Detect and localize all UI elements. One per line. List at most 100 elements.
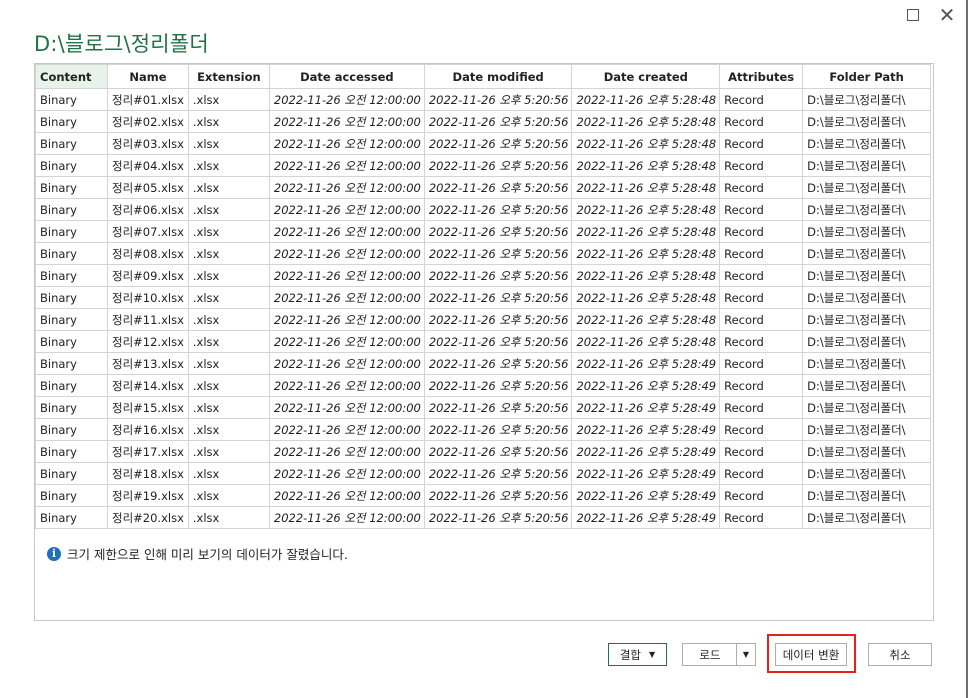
date-accessed-cell: 2022-11-26 오전 12:00:00: [268, 506, 425, 529]
name-cell: 정리#13.xlsx: [107, 352, 189, 375]
table-row: Binary 정리#04.xlsx .xlsx 2022-11-26 오전 12:00…: [35, 154, 932, 177]
extension-cell: .xlsx: [187, 242, 270, 265]
date-modified-cell: 2022-11-26 오후 5:20:56: [423, 374, 573, 397]
date-created-cell: 2022-11-26 오후 5:28:48: [571, 176, 721, 199]
folder-path-cell: D:\블로그\정리폴더\: [802, 198, 932, 221]
table-row: Binary 정리#20.xlsx .xlsx 2022-11-26 오전 12:00…: [35, 506, 932, 529]
name-cell: 정리#12.xlsx: [107, 330, 189, 353]
attributes-cell: Record: [719, 286, 804, 309]
date-modified-cell: 2022-11-26 오후 5:20:56: [423, 484, 573, 507]
extension-cell: .xlsx: [187, 352, 270, 375]
date-created-cell: 2022-11-26 오후 5:28:48: [571, 242, 721, 265]
date-modified-cell: 2022-11-26 오후 5:20:56: [423, 176, 573, 199]
extension-cell: .xlsx: [187, 88, 270, 111]
load-label: 로드: [699, 647, 721, 662]
content-cell: Binary: [35, 176, 108, 199]
content-cell: Binary: [35, 462, 108, 485]
attributes-cell: Record: [719, 308, 804, 331]
column-header[interactable]: Date created: [571, 64, 721, 89]
date-created-cell: 2022-11-26 오후 5:28:49: [571, 396, 721, 419]
load-button[interactable]: 로드: [682, 643, 737, 666]
column-header[interactable]: Attributes: [719, 64, 804, 89]
extension-cell: .xlsx: [187, 154, 270, 177]
name-cell: 정리#01.xlsx: [107, 88, 189, 111]
date-created-cell: 2022-11-26 오후 5:28:48: [571, 264, 721, 287]
date-accessed-cell: 2022-11-26 오전 12:00:00: [268, 242, 425, 265]
transform-data-label: 데이터 변환: [782, 647, 840, 662]
content-cell: Binary: [35, 352, 108, 375]
maximize-button[interactable]: [902, 4, 924, 26]
date-modified-cell: 2022-11-26 오후 5:20:56: [423, 132, 573, 155]
content-cell: Binary: [35, 506, 108, 529]
extension-cell: .xlsx: [187, 396, 270, 419]
date-accessed-cell: 2022-11-26 오전 12:00:00: [268, 374, 425, 397]
date-created-cell: 2022-11-26 오후 5:28:49: [571, 462, 721, 485]
attributes-cell: Record: [719, 440, 804, 463]
date-created-cell: 2022-11-26 오후 5:28:49: [571, 484, 721, 507]
column-header[interactable]: Folder Path: [802, 64, 932, 89]
name-cell: 정리#02.xlsx: [107, 110, 189, 133]
date-modified-cell: 2022-11-26 오후 5:20:56: [423, 264, 573, 287]
content-cell: Binary: [35, 242, 108, 265]
date-accessed-cell: 2022-11-26 오전 12:00:00: [268, 220, 425, 243]
transform-data-button[interactable]: 데이터 변환: [775, 643, 847, 666]
date-accessed-cell: 2022-11-26 오전 12:00:00: [268, 484, 425, 507]
attributes-cell: Record: [719, 484, 804, 507]
extension-cell: .xlsx: [187, 484, 270, 507]
date-created-cell: 2022-11-26 오후 5:28:49: [571, 440, 721, 463]
cancel-button[interactable]: 취소: [868, 643, 932, 666]
name-cell: 정리#06.xlsx: [107, 198, 189, 221]
extension-cell: .xlsx: [187, 462, 270, 485]
date-created-cell: 2022-11-26 오후 5:28:48: [571, 330, 721, 353]
content-cell: Binary: [35, 264, 108, 287]
close-button[interactable]: ✕: [936, 3, 958, 27]
attributes-cell: Record: [719, 352, 804, 375]
column-header[interactable]: Extension: [187, 64, 270, 89]
date-accessed-cell: 2022-11-26 오전 12:00:00: [268, 352, 425, 375]
date-modified-cell: 2022-11-26 오후 5:20:56: [423, 286, 573, 309]
table-row: Binary 정리#15.xlsx .xlsx 2022-11-26 오전 12:00…: [35, 396, 932, 419]
column-header[interactable]: Name: [107, 64, 189, 89]
date-created-cell: 2022-11-26 오후 5:28:48: [571, 132, 721, 155]
folder-path-cell: D:\블로그\정리폴더\: [802, 462, 932, 485]
date-modified-cell: 2022-11-26 오후 5:20:56: [423, 506, 573, 529]
name-cell: 정리#03.xlsx: [107, 132, 189, 155]
column-header[interactable]: Date modified: [423, 64, 573, 89]
table-row: Binary 정리#05.xlsx .xlsx 2022-11-26 오전 12:00…: [35, 176, 932, 199]
attributes-cell: Record: [719, 154, 804, 177]
date-modified-cell: 2022-11-26 오후 5:20:56: [423, 308, 573, 331]
date-created-cell: 2022-11-26 오후 5:28:48: [571, 220, 721, 243]
folder-path-cell: D:\블로그\정리폴더\: [802, 286, 932, 309]
table-body: Binary 정리#01.xlsx .xlsx 2022-11-26 오전 12:00…: [35, 88, 932, 529]
name-cell: 정리#09.xlsx: [107, 264, 189, 287]
date-accessed-cell: 2022-11-26 오전 12:00:00: [268, 110, 425, 133]
date-modified-cell: 2022-11-26 오후 5:20:56: [423, 462, 573, 485]
date-accessed-cell: 2022-11-26 오전 12:00:00: [268, 462, 425, 485]
folder-path-cell: D:\블로그\정리폴더\: [802, 396, 932, 419]
extension-cell: .xlsx: [187, 374, 270, 397]
table-row: Binary 정리#16.xlsx .xlsx 2022-11-26 오전 12:00…: [35, 418, 932, 441]
name-cell: 정리#05.xlsx: [107, 176, 189, 199]
table-row: Binary 정리#10.xlsx .xlsx 2022-11-26 오전 12:00…: [35, 286, 932, 309]
date-modified-cell: 2022-11-26 오후 5:20:56: [423, 154, 573, 177]
name-cell: 정리#15.xlsx: [107, 396, 189, 419]
table-row: Binary 정리#02.xlsx .xlsx 2022-11-26 오전 12:00…: [35, 110, 932, 133]
date-accessed-cell: 2022-11-26 오전 12:00:00: [268, 88, 425, 111]
combine-button[interactable]: 결합 ▼: [608, 643, 667, 666]
date-modified-cell: 2022-11-26 오후 5:20:56: [423, 330, 573, 353]
date-accessed-cell: 2022-11-26 오전 12:00:00: [268, 264, 425, 287]
column-header[interactable]: Date accessed: [268, 64, 425, 89]
name-cell: 정리#16.xlsx: [107, 418, 189, 441]
name-cell: 정리#11.xlsx: [107, 308, 189, 331]
name-cell: 정리#18.xlsx: [107, 462, 189, 485]
load-dropdown-button[interactable]: ▼: [736, 643, 756, 666]
date-modified-cell: 2022-11-26 오후 5:20:56: [423, 242, 573, 265]
name-cell: 정리#08.xlsx: [107, 242, 189, 265]
column-header[interactable]: Content: [35, 64, 108, 89]
table-row: Binary 정리#19.xlsx .xlsx 2022-11-26 오전 12:00…: [35, 484, 932, 507]
attributes-cell: Record: [719, 198, 804, 221]
attributes-cell: Record: [719, 264, 804, 287]
attributes-cell: Record: [719, 220, 804, 243]
folder-path-cell: D:\블로그\정리폴더\: [802, 330, 932, 353]
info-icon: i: [47, 546, 61, 561]
